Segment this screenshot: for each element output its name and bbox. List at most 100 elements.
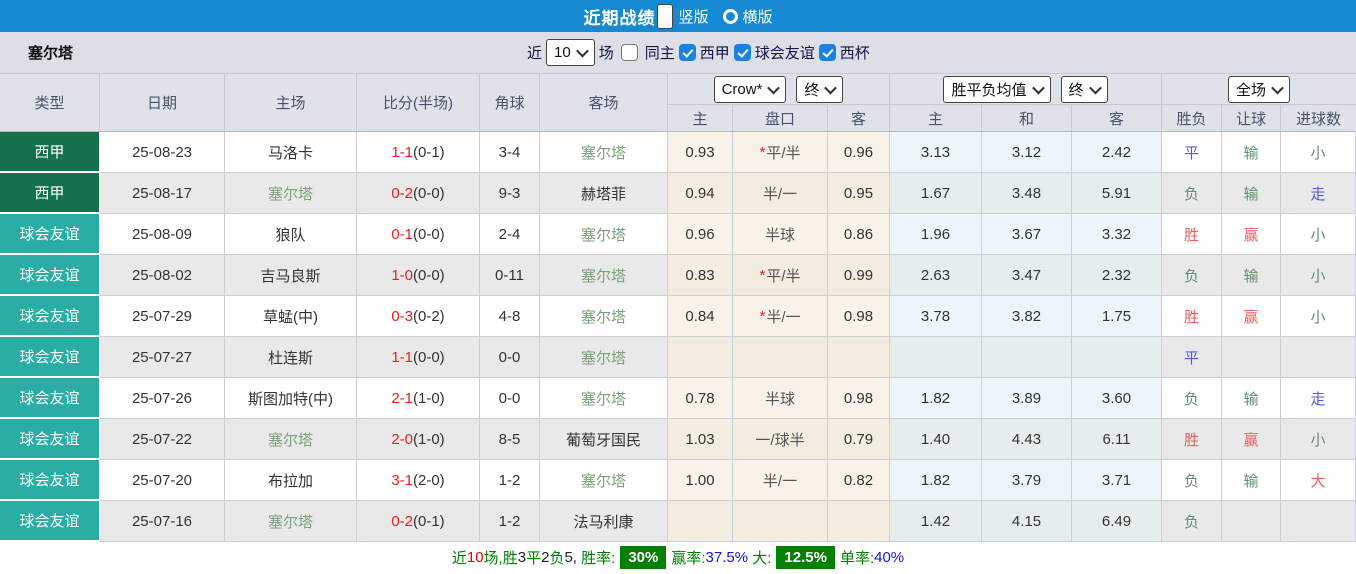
same-home-label: 同主 — [644, 45, 675, 62]
cell-competition: 球会友谊 — [0, 337, 100, 378]
horizontal-layout-radio[interactable] — [722, 8, 738, 24]
cell-competition: 球会友谊 — [0, 214, 100, 255]
games-label: 场 — [598, 45, 614, 62]
cell-handicap-result: 赢 — [1222, 214, 1281, 255]
cell-crow-home-odds: 0.96 — [668, 214, 733, 255]
cell-goals-result: 小 — [1281, 255, 1356, 296]
chevron-down-icon — [824, 81, 838, 95]
cell-crow-home-odds: 0.83 — [668, 255, 733, 296]
page-title: 近期战绩 — [583, 8, 656, 28]
cell-away-team: 葡萄牙国民 — [540, 419, 668, 460]
league-checkbox-friendly[interactable] — [733, 44, 751, 61]
star-marker: * — [759, 143, 766, 161]
scope-select-value: 全场 — [1235, 81, 1266, 99]
cell-date: 25-07-26 — [100, 378, 225, 419]
cell-corners: 4-8 — [480, 296, 540, 337]
cell-home-team: 塞尔塔 — [225, 173, 357, 214]
cell-crow-home-odds — [668, 501, 733, 542]
cell-handicap-result: 输 — [1222, 173, 1281, 214]
scope-select[interactable]: 全场 — [1227, 75, 1290, 103]
odds-type-select[interactable]: 胜平负均值 — [943, 75, 1051, 103]
table-body: 西甲 25-08-23 马洛卡 1-1 (0-1) 3-4 塞尔塔 0.93 * 平/半 0.96 3… — [0, 132, 1356, 542]
table-row: 球会友谊 25-07-29 草蜢(中) 0-3 (0-2) 4-8 塞尔塔 0.84 * 半/一 0… — [0, 296, 1356, 337]
cell-outcome-result: 胜 — [1162, 419, 1222, 460]
cell-avg-home-odds: 1.42 — [890, 501, 982, 542]
bookmaker-select-value: Crow* — [721, 80, 763, 98]
crow-stage-select-value: 终 — [804, 81, 820, 99]
cell-crow-away-odds: 0.98 — [828, 296, 890, 337]
match-count-value: 10 — [554, 44, 571, 61]
chevron-down-icon — [1271, 81, 1284, 95]
cell-avg-away-odds: 2.32 — [1072, 255, 1162, 296]
footer-segment: 5, — [564, 549, 577, 566]
cell-corners: 1-2 — [480, 501, 540, 542]
footer-segment: 2 — [541, 549, 550, 566]
cell-avg-away-odds: 5.91 — [1072, 173, 1162, 214]
cell-away-team: 塞尔塔 — [540, 214, 668, 255]
crow-stage-select[interactable]: 终 — [796, 75, 844, 103]
cell-avg-away-odds: 6.11 — [1072, 419, 1162, 460]
cell-competition: 西甲 — [0, 132, 100, 173]
scope-group: 全场 — [1162, 74, 1356, 104]
same-home-checkbox[interactable] — [620, 44, 638, 61]
subheader-handicap-line: 盘口 — [733, 105, 828, 131]
league-checkbox-laliga[interactable] — [678, 44, 696, 61]
cell-date: 25-08-02 — [100, 255, 225, 296]
header-selects-row: Crow* 终 胜平负均值 终 全场 — [668, 74, 1356, 105]
score-full: 0-2 — [391, 512, 413, 530]
cell-crow-home-odds: 1.03 — [668, 419, 733, 460]
cell-handicap-line: 半/一 — [733, 173, 828, 214]
cell-crow-away-odds: 0.95 — [828, 173, 890, 214]
league-checkbox-copa[interactable] — [818, 44, 836, 61]
header-sub-row: 主 盘口 客 主 和 客 胜负 让球 进球数 — [668, 104, 1356, 131]
cell-competition: 球会友谊 — [0, 460, 100, 501]
stat-badge: 12.5% — [776, 546, 835, 569]
footer-segment: 胜率: — [576, 550, 616, 567]
cell-crow-home-odds: 1.00 — [668, 460, 733, 501]
cell-away-team: 塞尔塔 — [540, 255, 668, 296]
handicap-line-text: 半球 — [764, 390, 795, 408]
cell-date: 25-07-20 — [100, 460, 225, 501]
cell-goals-result: 小 — [1281, 132, 1356, 173]
vertical-layout-radio[interactable] — [657, 3, 674, 29]
league-label-laliga: 西甲 — [699, 45, 730, 62]
score-full: 1-1 — [391, 348, 413, 366]
star-marker: * — [759, 266, 766, 284]
subheader-outcome: 胜负 — [1162, 105, 1222, 131]
cell-outcome-result: 平 — [1162, 132, 1222, 173]
bookmaker-select[interactable]: Crow* — [713, 75, 787, 103]
footer-segment: 10 — [466, 549, 484, 566]
cell-outcome-result: 负 — [1162, 378, 1222, 419]
cell-crow-away-odds: 0.96 — [828, 132, 890, 173]
handicap-line-text: 平/半 — [766, 144, 801, 162]
cell-goals-result: 小 — [1281, 296, 1356, 337]
cell-home-team: 塞尔塔 — [225, 501, 357, 542]
header-type: 类型 — [0, 74, 100, 131]
subheader-avg-home: 主 — [890, 105, 982, 131]
cell-corners: 2-4 — [480, 214, 540, 255]
score-half: (1-0) — [413, 389, 445, 407]
cell-crow-home-odds: 0.94 — [668, 173, 733, 214]
cell-home-team: 杜连斯 — [225, 337, 357, 378]
cell-avg-draw-odds: 3.47 — [982, 255, 1072, 296]
footer-segment: 3 — [517, 549, 527, 566]
odds-type-select-value: 胜平负均值 — [951, 81, 1027, 99]
cell-avg-draw-odds: 3.82 — [982, 296, 1072, 337]
chevron-down-icon — [767, 81, 781, 95]
cell-away-team: 塞尔塔 — [540, 337, 668, 378]
cell-outcome-result: 胜 — [1162, 214, 1222, 255]
cell-away-team: 塞尔塔 — [540, 378, 668, 419]
cell-outcome-result: 负 — [1162, 255, 1222, 296]
match-count-select[interactable]: 10 — [546, 39, 595, 66]
cell-avg-away-odds: 3.32 — [1072, 214, 1162, 255]
header-away: 客场 — [540, 74, 668, 131]
subheader-crow-away: 客 — [828, 105, 890, 131]
cell-outcome-result: 胜 — [1162, 296, 1222, 337]
cell-avg-away-odds: 2.42 — [1072, 132, 1162, 173]
avg-stage-select[interactable]: 终 — [1060, 75, 1108, 103]
score-full: 1-0 — [391, 266, 413, 284]
cell-goals-result — [1281, 337, 1356, 378]
cell-outcome-result: 负 — [1162, 501, 1222, 542]
cell-crow-away-odds: 0.79 — [828, 419, 890, 460]
stat-badge: 30% — [620, 546, 667, 569]
